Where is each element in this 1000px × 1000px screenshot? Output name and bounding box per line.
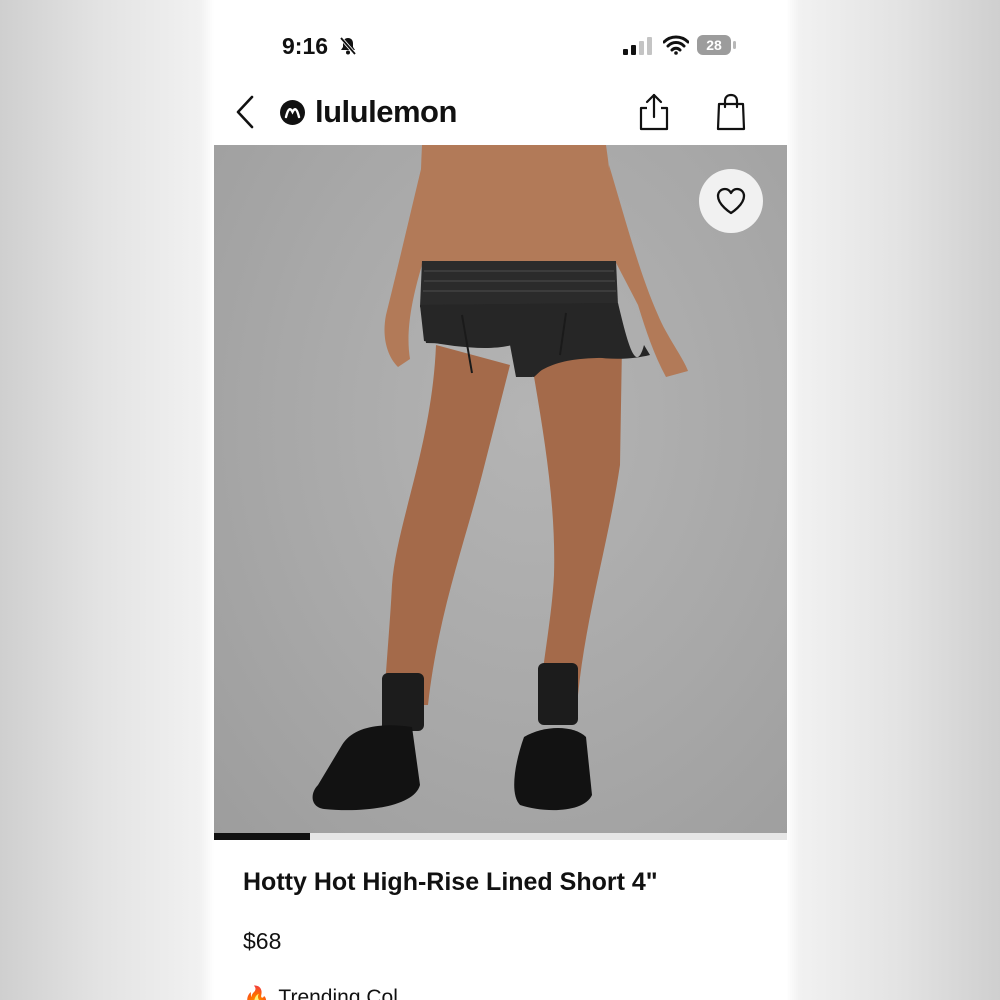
share-button[interactable] (636, 92, 672, 132)
battery-icon: 28 (697, 35, 731, 55)
back-chevron-icon (236, 95, 254, 129)
trending-row[interactable]: 🔥 Trending Col (243, 986, 398, 1000)
status-bar: 9:16 28 (214, 0, 787, 80)
back-button[interactable] (232, 94, 262, 130)
heart-icon (716, 187, 746, 215)
brand[interactable]: lululemon (280, 94, 457, 130)
phone-screen: 9:16 28 lululemon Hotty Hot High-Rise Li… (214, 0, 787, 1000)
status-time: 9:16 (282, 33, 329, 59)
favorite-button[interactable] (699, 169, 763, 233)
shopping-bag-icon (716, 93, 746, 131)
product-image[interactable] (214, 145, 787, 833)
wifi-icon (662, 35, 690, 60)
lululemon-logo (280, 99, 305, 125)
fire-icon: 🔥 (243, 985, 271, 1000)
trending-text: Trending Col (278, 986, 398, 1000)
cellular-signal-icon (623, 37, 653, 60)
product-title: Hotty Hot High-Rise Lined Short 4" (243, 868, 658, 896)
nav-bar: lululemon (214, 80, 787, 145)
product-price: $68 (243, 928, 282, 954)
battery-cap (733, 41, 736, 49)
brand-name: lululemon (315, 94, 457, 129)
share-icon (639, 93, 669, 131)
carousel-progress-indicator (214, 833, 310, 840)
bell-muted-icon (338, 36, 358, 61)
model-photo (312, 145, 688, 811)
carousel-progress-track (214, 833, 787, 840)
shopping-bag-button[interactable] (713, 92, 749, 132)
